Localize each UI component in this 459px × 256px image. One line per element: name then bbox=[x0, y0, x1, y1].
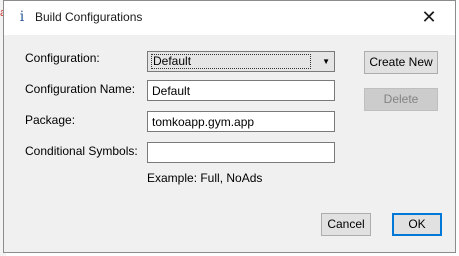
configuration-dropdown[interactable]: Default ▼ bbox=[147, 51, 335, 72]
conditional-symbols-hint: Example: Full, NoAds bbox=[147, 171, 263, 185]
delete-button[interactable]: Delete bbox=[364, 88, 438, 111]
close-icon: ✕ bbox=[421, 6, 437, 27]
conditional-symbols-label: Conditional Symbols: bbox=[25, 144, 138, 158]
configuration-name-field[interactable] bbox=[147, 80, 335, 101]
dialog-title: Build Configurations bbox=[35, 10, 143, 24]
cancel-button[interactable]: Cancel bbox=[321, 213, 371, 236]
package-field[interactable] bbox=[147, 111, 335, 132]
close-button[interactable]: ✕ bbox=[406, 1, 452, 33]
title-bar: i Build Configurations ✕ bbox=[4, 1, 455, 35]
conditional-symbols-field[interactable] bbox=[147, 142, 335, 163]
configuration-label: Configuration: bbox=[25, 51, 100, 65]
ok-button[interactable]: OK bbox=[392, 213, 442, 236]
build-configurations-dialog: i Build Configurations ✕ Configuration: … bbox=[3, 0, 456, 253]
configuration-selected-value: Default bbox=[151, 54, 311, 69]
chevron-down-icon: ▼ bbox=[322, 57, 330, 66]
create-new-button[interactable]: Create New bbox=[364, 51, 438, 74]
info-icon: i bbox=[19, 9, 25, 25]
package-label: Package: bbox=[25, 113, 76, 127]
configuration-name-label: Configuration Name: bbox=[25, 82, 136, 96]
